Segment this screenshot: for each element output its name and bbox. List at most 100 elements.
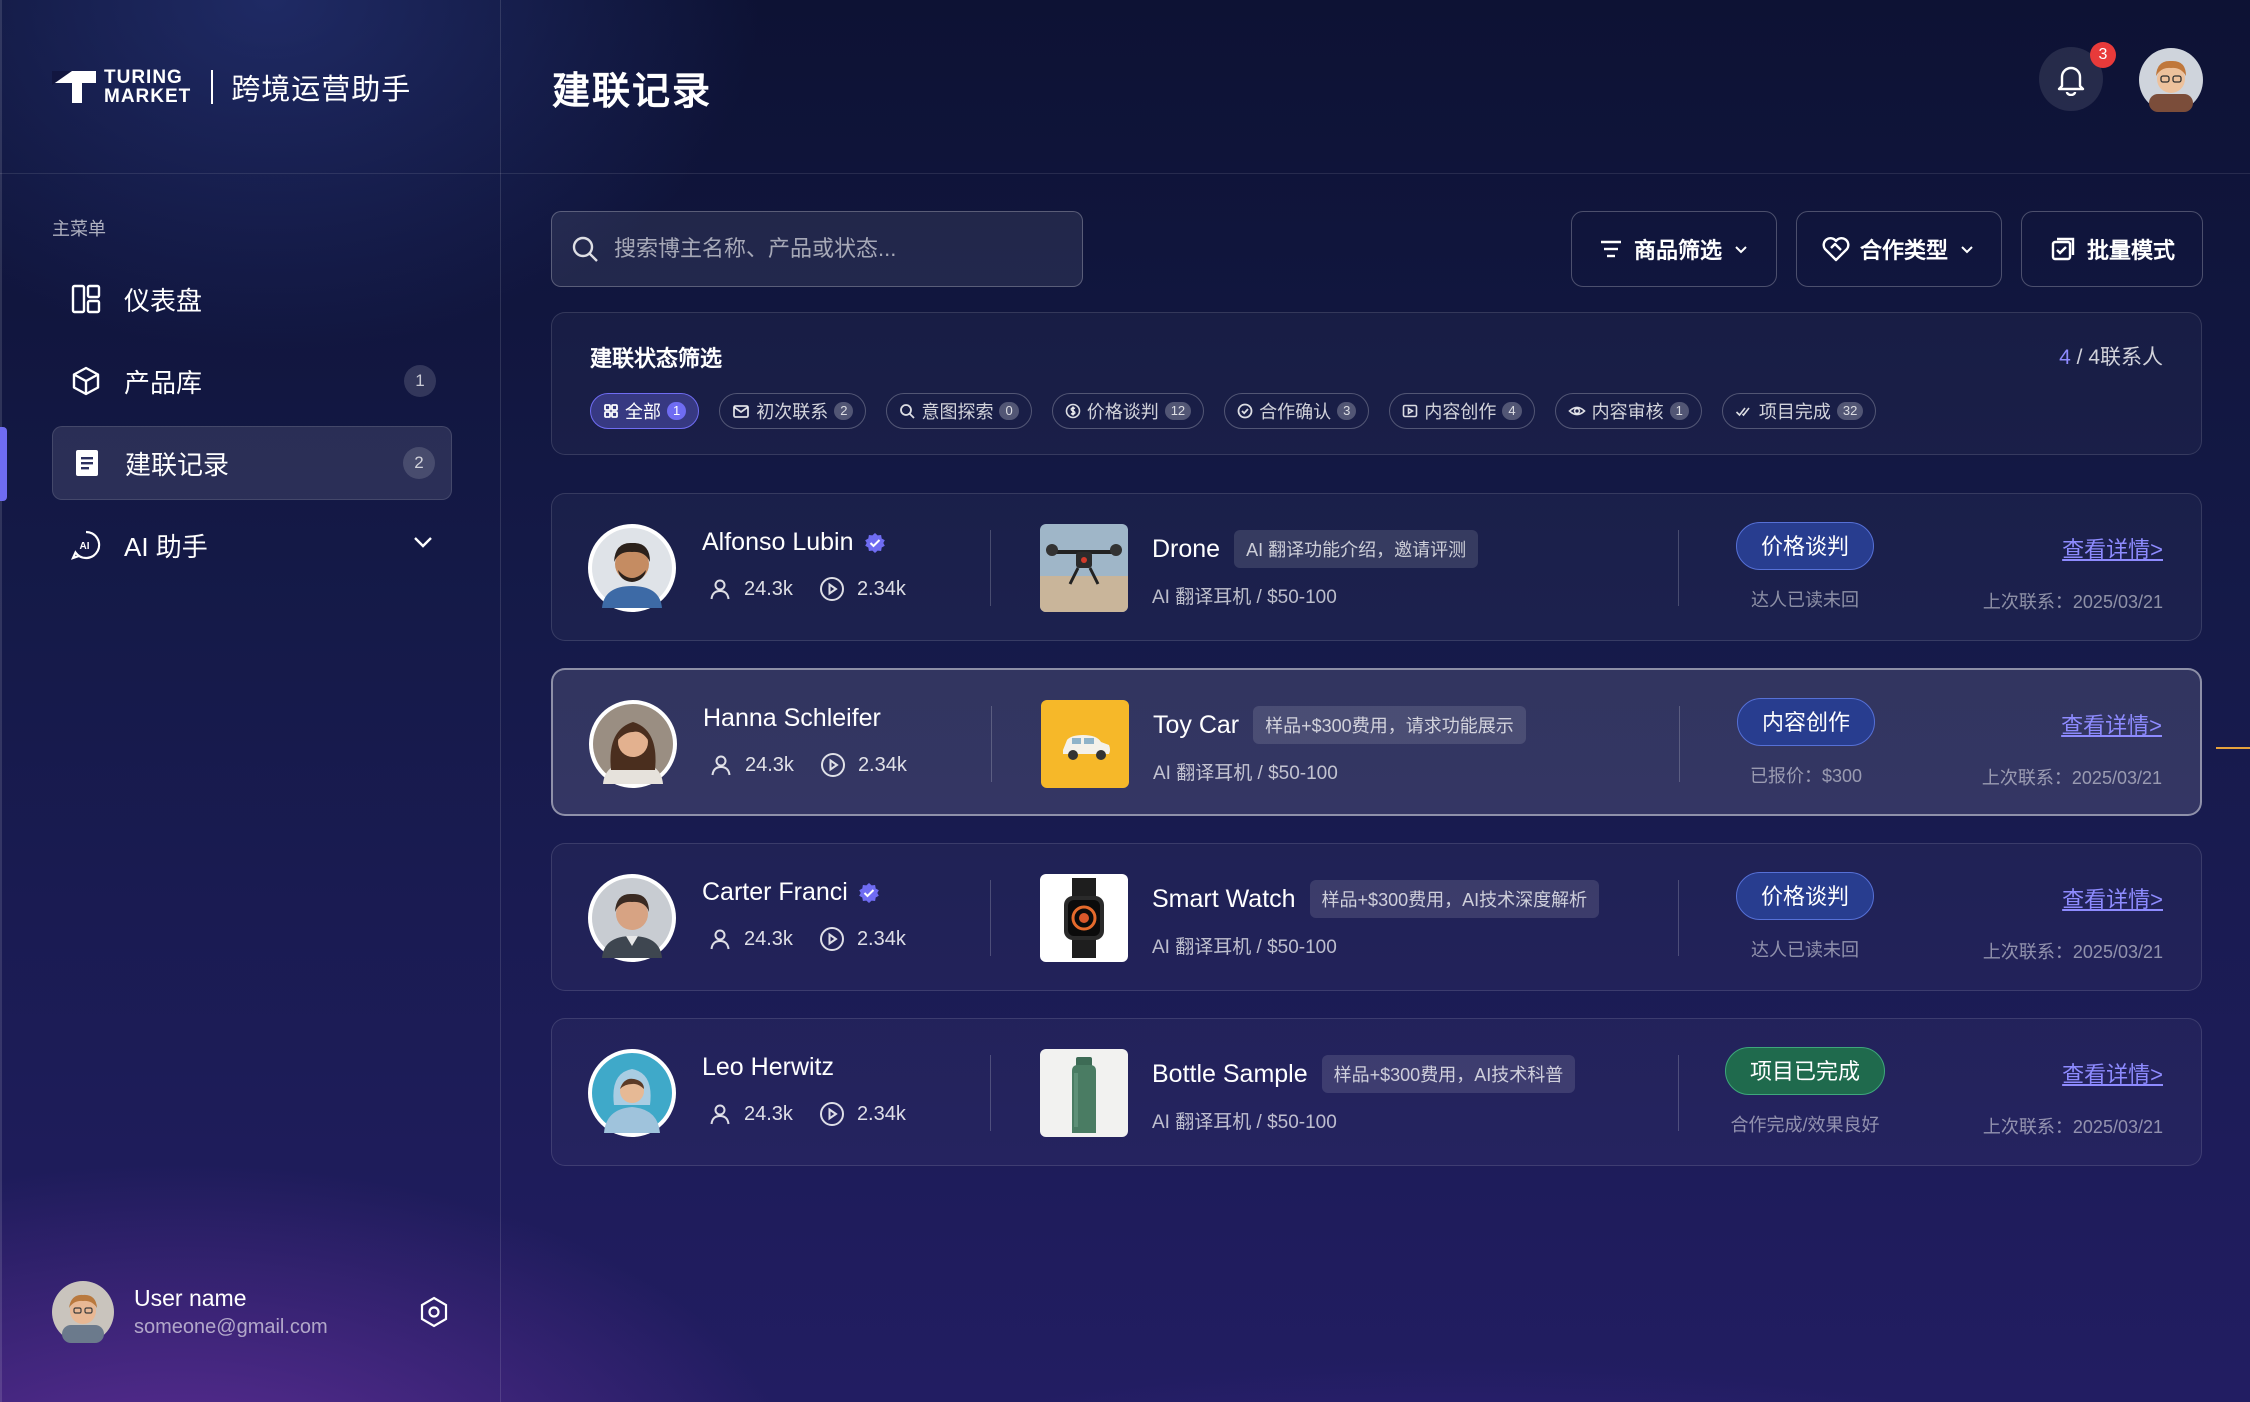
influencer-stats: 24.3k 2.34k [708, 926, 932, 952]
product-subtitle: AI 翻译耳机 / $50-100 [1153, 763, 1338, 784]
chip-label: 价格谈判 [1086, 402, 1159, 422]
view-details-link[interactable]: 查看详情> [2062, 532, 2163, 564]
play-circle-icon [819, 577, 844, 601]
status-chip-project-complete[interactable]: 项目完成 32 [1721, 393, 1877, 429]
sidebar-item-ai-assistant[interactable]: AI AI 助手 [52, 508, 452, 582]
followers-count: 24.3k [744, 1102, 793, 1125]
chip-count: 1 [1669, 402, 1689, 420]
checkbox-stack-icon [2051, 237, 2075, 261]
product-name: Bottle Sample [1152, 1059, 1308, 1088]
search-icon [572, 236, 598, 262]
coop-type-button[interactable]: 合作类型 [1796, 211, 2002, 287]
product-filter-button[interactable]: 商品筛选 [1571, 211, 1777, 287]
last-contact: 上次联系：2025/03/21 [1982, 942, 2163, 962]
product-thumbnail-toy-car [1041, 700, 1129, 788]
followers-count: 24.3k [744, 927, 793, 950]
sidebar-item-outreach-records[interactable]: 建联记录 2 [52, 426, 452, 500]
status-column: 项目已完成 合作完成/效果良好 [1710, 1047, 1900, 1137]
product-info: Drone AI 翻译功能介绍，邀请评测 [1152, 530, 1479, 568]
user-profile[interactable]: User name someone@gmail.com [52, 1280, 452, 1344]
influencer-stats: 24.3k 2.34k [709, 752, 933, 778]
sidebar-item-label: 仪表盘 [124, 285, 203, 316]
status-note: 已报价：$300 [1749, 766, 1863, 786]
contact-count: 4 / 4联系人 [2059, 346, 2163, 369]
chevron-down-icon [1735, 246, 1747, 254]
user-icon [711, 755, 731, 776]
sidebar-item-products[interactable]: 产品库 1 [52, 344, 452, 418]
status-chip-intent-explore[interactable]: 意图探索 0 [886, 393, 1032, 429]
status-chip-content-review[interactable]: 内容审核 1 [1554, 393, 1702, 429]
coop-type-label: 合作类型 [1859, 238, 1948, 263]
chevron-down-icon [1961, 246, 1973, 254]
status-chip-price-negotiation[interactable]: 价格谈判 12 [1051, 393, 1205, 429]
record-card[interactable]: Carter Franci 24.3k 2.34k Smart Watch 样品… [551, 843, 2202, 991]
handshake-heart-icon [1822, 237, 1850, 262]
record-card[interactable]: Alfonso Lubin 24.3k 2.34k Drone AI 翻译功能介… [551, 493, 2202, 641]
product-info: Smart Watch 样品+$300费用，AI技术深度解析 [1152, 880, 1600, 918]
batch-mode-button[interactable]: 批量模式 [2021, 211, 2203, 287]
chip-count: 2 [834, 402, 854, 420]
status-chip-first-contact[interactable]: 初次联系 2 [719, 393, 867, 429]
product-subtitle: AI 翻译耳机 / $50-100 [1152, 1112, 1337, 1133]
sidebar-item-dashboard[interactable]: 仪表盘 [52, 262, 452, 336]
search-box[interactable] [551, 211, 1083, 287]
view-details-link[interactable]: 查看详情> [2061, 708, 2162, 740]
chip-count: 3 [1337, 402, 1357, 420]
turing-logo-icon [52, 71, 96, 103]
divider [1678, 530, 1679, 606]
avatar [588, 524, 676, 612]
settings-icon[interactable] [416, 1294, 452, 1330]
count-badge: 2 [403, 447, 435, 479]
status-column: 内容创作 已报价：$300 [1711, 698, 1901, 788]
chip-count: 0 [999, 402, 1019, 420]
product-name: Toy Car [1153, 710, 1240, 739]
sidebar-item-label: 产品库 [124, 367, 203, 398]
chevron-down-icon[interactable] [410, 529, 436, 562]
app-name: 跨境运营助手 [231, 74, 412, 106]
status-filter-panel: 建联状态筛选 4 / 4联系人 全部 1 初次联系 2 意图探索 0 价格谈判 … [551, 312, 2202, 455]
divider [990, 530, 991, 606]
menu-title: 主菜单 [52, 219, 106, 239]
product-thumbnail-bottle [1040, 1049, 1128, 1137]
product-thumbnail-smart-watch [1040, 874, 1128, 962]
notification-badge: 3 [2090, 42, 2116, 68]
view-details-link[interactable]: 查看详情> [2062, 1057, 2163, 1089]
view-details-link[interactable]: 查看详情> [2062, 882, 2163, 914]
sidebar: TURING MARKET 跨境运营助手 主菜单 仪表盘 产品库 1 建联记录 … [0, 0, 501, 1402]
svg-text:AI: AI [80, 541, 90, 552]
influencer-name: Alfonso Lubin [702, 528, 854, 556]
status-note: 达人已读未回 [1751, 940, 1859, 960]
record-card[interactable]: Leo Herwitz 24.3k 2.34k Bottle Sample 样品… [551, 1018, 2202, 1166]
chip-count: 4 [1502, 402, 1522, 420]
last-contact: 上次联系：2025/03/21 [1982, 1117, 2163, 1137]
play-circle-icon [819, 927, 844, 951]
brand-wordmark: TURING MARKET [104, 67, 192, 107]
mail-icon [733, 405, 750, 418]
influencer-stats: 24.3k 2.34k [708, 1101, 932, 1127]
chip-label: 意图探索 [921, 402, 994, 422]
status-chip-coop-confirmed[interactable]: 合作确认 3 [1224, 393, 1370, 429]
brand-logo[interactable]: TURING MARKET 跨境运营助手 [52, 64, 411, 110]
influencer-name: Leo Herwitz [702, 1053, 834, 1081]
user-icon [710, 1104, 730, 1125]
play-circle-icon [819, 1102, 844, 1126]
eye-icon [1567, 406, 1586, 416]
followers-count: 24.3k [744, 577, 793, 600]
search-input[interactable] [614, 236, 1054, 262]
avatar [588, 1049, 676, 1137]
influencer-name-row: Leo Herwitz [702, 1053, 834, 1082]
chip-count: 1 [667, 402, 687, 420]
avatar[interactable] [2139, 48, 2203, 112]
divider [990, 1055, 991, 1131]
status-chip-all[interactable]: 全部 1 [590, 393, 700, 429]
divider [991, 706, 992, 782]
product-subtitle: AI 翻译耳机 / $50-100 [1152, 587, 1337, 608]
count-badge: 1 [404, 365, 436, 397]
record-card[interactable]: Hanna Schleifer 24.3k 2.34k Toy Car 样品+$… [551, 668, 2202, 816]
product-subtitle: AI 翻译耳机 / $50-100 [1152, 937, 1337, 958]
page-title: 建联记录 [552, 71, 713, 113]
sidebar-item-label: 建联记录 [125, 449, 230, 480]
status-chip-content-creation[interactable]: 内容创作 4 [1389, 393, 1535, 429]
influencer-name: Carter Franci [702, 878, 848, 906]
user-name: User name [134, 1285, 247, 1311]
